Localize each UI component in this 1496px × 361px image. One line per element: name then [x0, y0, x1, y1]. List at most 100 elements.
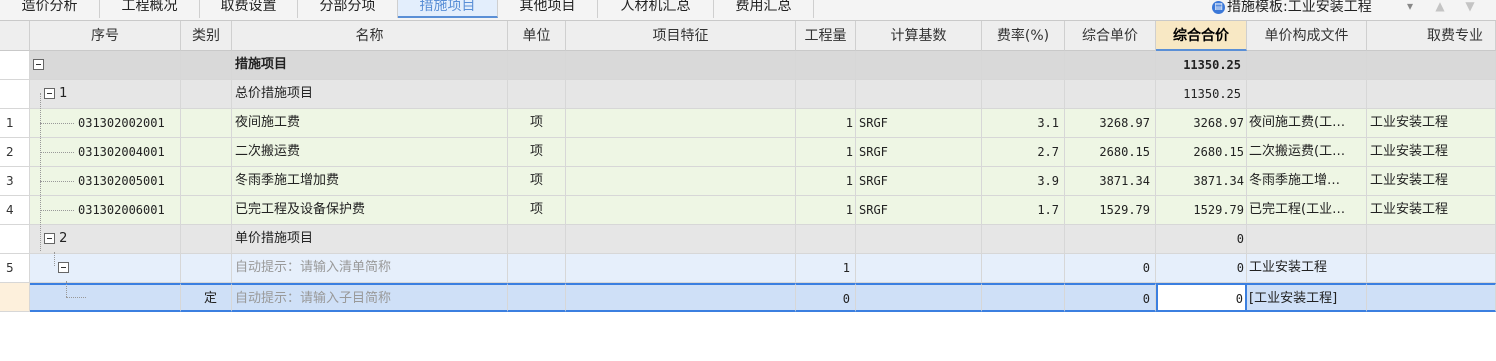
col-header-unit-price[interactable]: 综合单价: [1065, 21, 1156, 51]
rate-cell[interactable]: 3.1: [982, 109, 1065, 138]
type-cell[interactable]: [181, 51, 232, 80]
total-cell[interactable]: 2680.15: [1156, 138, 1247, 167]
total-cell[interactable]: 0: [1156, 225, 1247, 254]
fee-major-cell[interactable]: [1367, 51, 1496, 80]
rate-cell[interactable]: 3.9: [982, 167, 1065, 196]
total-cell[interactable]: 11350.25: [1156, 51, 1247, 80]
unit-price-cell[interactable]: [1065, 80, 1156, 109]
row-number[interactable]: [0, 80, 30, 109]
type-cell[interactable]: [181, 138, 232, 167]
unit-price-cell[interactable]: 3268.97: [1065, 109, 1156, 138]
qty-cell[interactable]: 1: [796, 167, 856, 196]
type-cell[interactable]: [181, 225, 232, 254]
base-cell[interactable]: SRGF: [856, 196, 982, 225]
tab-cost-analysis[interactable]: 造价分析: [0, 0, 100, 18]
type-cell[interactable]: [181, 109, 232, 138]
qty-cell[interactable]: 1: [796, 109, 856, 138]
unit-price-cell[interactable]: 1529.79: [1065, 196, 1156, 225]
table-row-selected[interactable]: 定 自动提示：请输入子目简称 0 0 0 [工业安装工程]: [0, 283, 1496, 312]
dropdown-icon[interactable]: ▾: [1402, 0, 1418, 16]
total-cell[interactable]: 3268.97: [1156, 109, 1247, 138]
name-cell[interactable]: 冬雨季施工增加费: [232, 167, 508, 196]
table-row[interactable]: 4 031302006001 已完工程及设备保护费 项 1 SRGF 1.7 1…: [0, 196, 1496, 225]
fee-major-cell[interactable]: 工业安装工程: [1367, 167, 1496, 196]
table-row[interactable]: 1 总价措施项目 11350.25: [0, 80, 1496, 109]
row-number[interactable]: 1: [0, 109, 30, 138]
unit-cell[interactable]: 项: [508, 196, 566, 225]
base-cell[interactable]: [856, 225, 982, 254]
unit-price-cell[interactable]: [1065, 225, 1156, 254]
seq-cell[interactable]: [30, 51, 181, 80]
name-cell[interactable]: 自动提示：请输入子目简称: [232, 283, 508, 312]
total-cell[interactable]: 11350.25: [1156, 80, 1247, 109]
tab-fee-settings[interactable]: 取费设置: [200, 0, 298, 18]
price-file-cell[interactable]: [工业安装工程]: [1247, 283, 1367, 312]
base-cell[interactable]: SRGF: [856, 138, 982, 167]
tab-project-overview[interactable]: 工程概况: [100, 0, 200, 18]
feature-cell[interactable]: [566, 254, 796, 283]
type-cell[interactable]: [181, 254, 232, 283]
row-number[interactable]: 4: [0, 196, 30, 225]
tab-fee-summary[interactable]: 费用汇总: [714, 0, 814, 18]
seq-cell[interactable]: [30, 254, 181, 283]
feature-cell[interactable]: [566, 283, 796, 312]
move-down-icon[interactable]: ▼: [1462, 0, 1478, 16]
fee-major-cell[interactable]: [1367, 283, 1496, 312]
table-row[interactable]: 措施项目 11350.25: [0, 51, 1496, 80]
unit-cell[interactable]: [508, 80, 566, 109]
unit-cell[interactable]: 项: [508, 167, 566, 196]
col-header-unit[interactable]: 单位: [508, 21, 566, 51]
unit-cell[interactable]: 项: [508, 138, 566, 167]
collapse-icon[interactable]: [33, 59, 44, 70]
feature-cell[interactable]: [566, 109, 796, 138]
base-cell[interactable]: SRGF: [856, 109, 982, 138]
corner-cell[interactable]: [0, 21, 30, 51]
name-cell[interactable]: 措施项目: [232, 51, 508, 80]
table-row[interactable]: 1 031302002001 夜间施工费 项 1 SRGF 3.1 3268.9…: [0, 109, 1496, 138]
rate-cell[interactable]: [982, 51, 1065, 80]
tab-measures[interactable]: 措施项目: [398, 0, 498, 18]
collapse-icon[interactable]: [58, 262, 69, 273]
name-cell[interactable]: 单价措施项目: [232, 225, 508, 254]
rate-cell[interactable]: 1.7: [982, 196, 1065, 225]
row-number[interactable]: [0, 51, 30, 80]
feature-cell[interactable]: [566, 196, 796, 225]
tab-sub-items[interactable]: 分部分项: [298, 0, 398, 18]
col-header-feature[interactable]: 项目特征: [566, 21, 796, 51]
unit-cell[interactable]: [508, 225, 566, 254]
type-cell[interactable]: 定: [181, 283, 232, 312]
fee-major-cell[interactable]: [1367, 254, 1496, 283]
qty-cell[interactable]: 1: [796, 138, 856, 167]
fee-major-cell[interactable]: 工业安装工程: [1367, 138, 1496, 167]
base-cell[interactable]: [856, 80, 982, 109]
base-cell[interactable]: [856, 51, 982, 80]
price-file-cell[interactable]: [1247, 80, 1367, 109]
col-header-name[interactable]: 名称: [232, 21, 508, 51]
row-number[interactable]: 5: [0, 254, 30, 283]
collapse-icon[interactable]: [44, 233, 55, 244]
row-number[interactable]: 2: [0, 138, 30, 167]
rate-cell[interactable]: [982, 225, 1065, 254]
col-header-seq[interactable]: 序号: [30, 21, 181, 51]
col-header-fee-major[interactable]: 取费专业: [1367, 21, 1496, 51]
price-file-cell[interactable]: 工业安装工程: [1247, 254, 1367, 283]
name-cell[interactable]: 夜间施工费: [232, 109, 508, 138]
total-cell[interactable]: 1529.79: [1156, 196, 1247, 225]
price-file-cell[interactable]: [1247, 225, 1367, 254]
rate-cell[interactable]: [982, 254, 1065, 283]
name-cell[interactable]: 总价措施项目: [232, 80, 508, 109]
col-header-total[interactable]: 综合合价: [1156, 21, 1247, 51]
tab-resource-summary[interactable]: 人材机汇总: [598, 0, 714, 18]
type-cell[interactable]: [181, 196, 232, 225]
unit-price-cell[interactable]: 3871.34: [1065, 167, 1156, 196]
row-number[interactable]: [0, 225, 30, 254]
feature-cell[interactable]: [566, 80, 796, 109]
unit-cell[interactable]: [508, 51, 566, 80]
name-cell[interactable]: 自动提示：请输入清单简称: [232, 254, 508, 283]
feature-cell[interactable]: [566, 51, 796, 80]
rate-cell[interactable]: 2.7: [982, 138, 1065, 167]
type-cell[interactable]: [181, 80, 232, 109]
unit-cell[interactable]: [508, 283, 566, 312]
collapse-icon[interactable]: [44, 88, 55, 99]
price-file-cell[interactable]: 冬雨季施工增…: [1247, 167, 1367, 196]
